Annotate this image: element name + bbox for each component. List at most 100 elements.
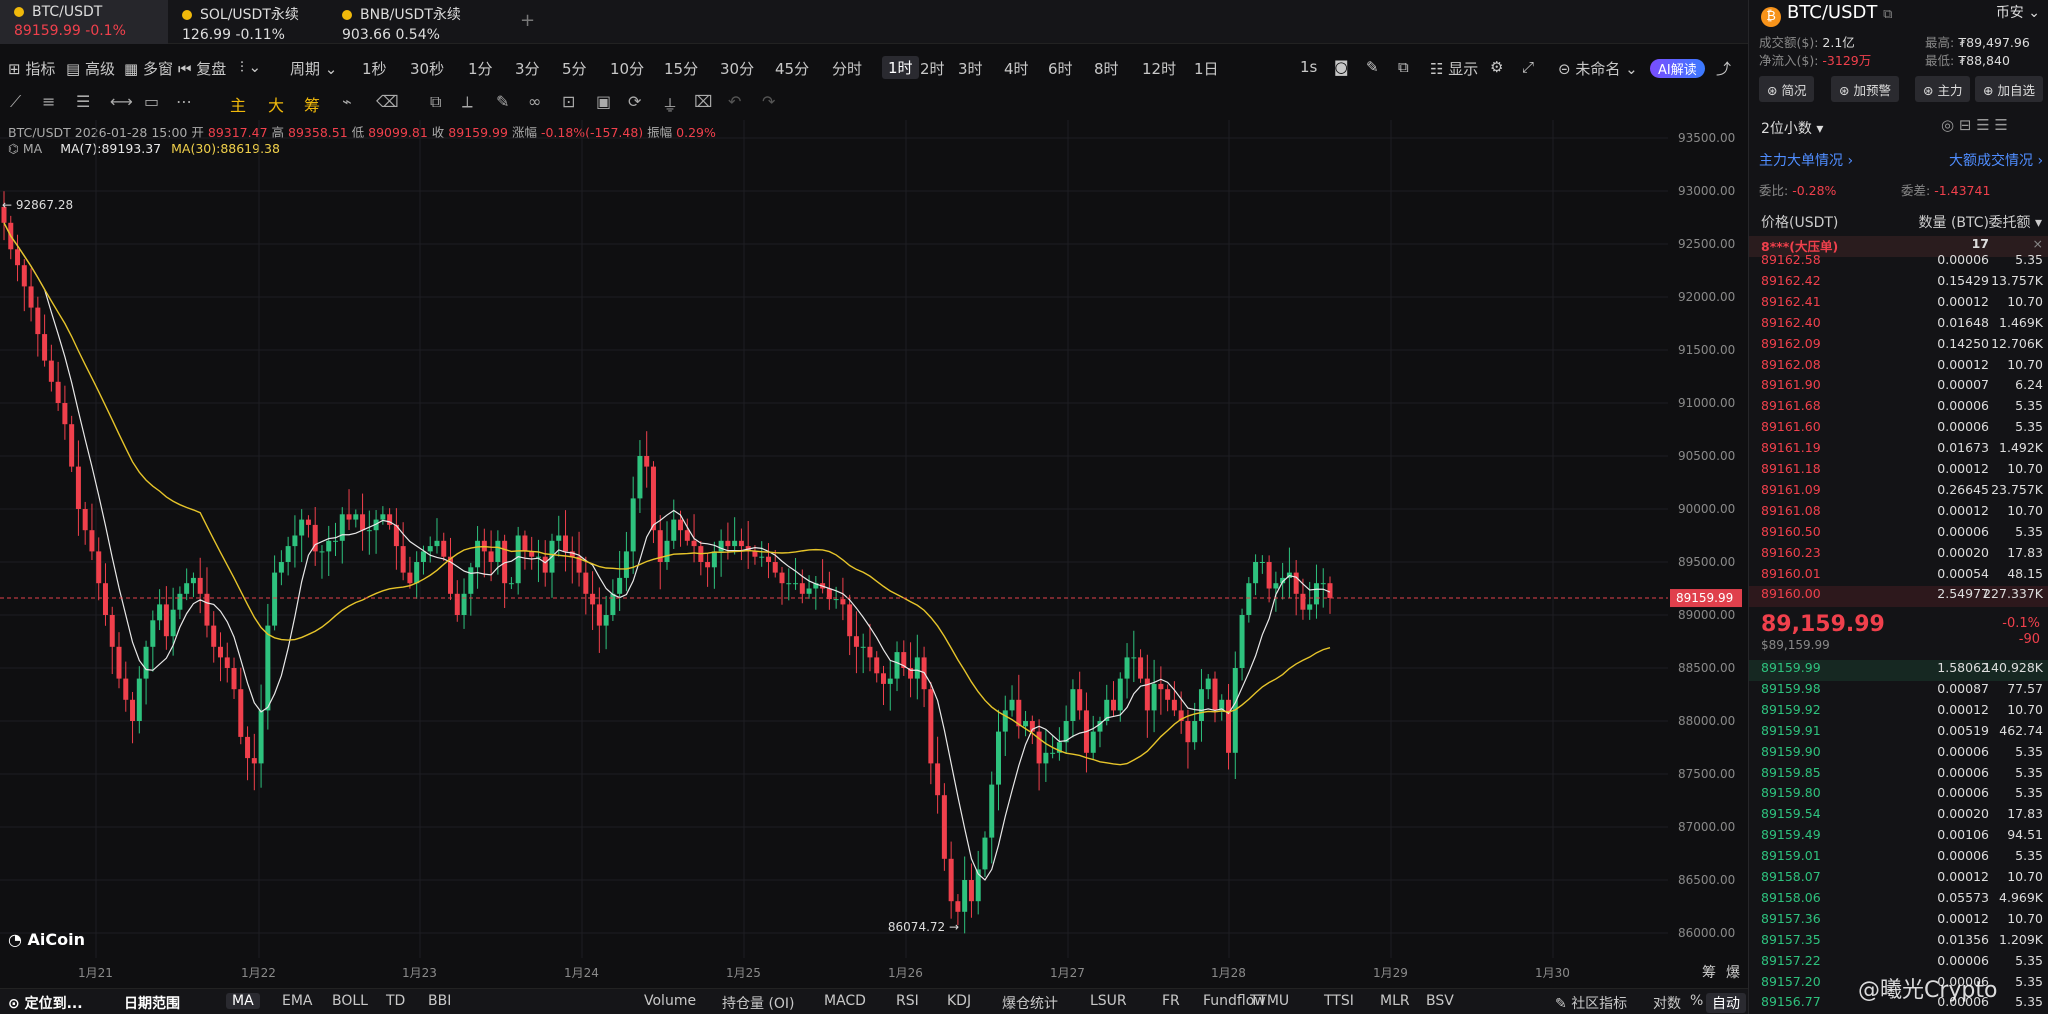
interval-9-button[interactable]: 分时 — [832, 58, 862, 79]
indicator-2-button[interactable]: MACD — [824, 993, 866, 1009]
chip-mode-button[interactable]: 筹 — [1702, 962, 1716, 982]
big-trades-link[interactable]: 大额成交情况 › — [1949, 150, 2043, 170]
interval-8-button[interactable]: 45分 — [775, 58, 809, 79]
bid-row[interactable]: 89159.98 0.00087 77.57 — [1749, 681, 2048, 702]
layout-dropdown[interactable]: ⊝ 未命名 ⌄ — [1558, 58, 1638, 79]
indicator-0-button[interactable]: Volume — [644, 993, 696, 1009]
bid-row[interactable]: 89157.36 0.00012 10.70 — [1749, 911, 2048, 932]
bid-row[interactable]: 89157.35 0.01356 1.209K — [1749, 932, 2048, 953]
brush-icon[interactable]: ⌁ — [342, 92, 352, 111]
bid-row[interactable]: 89158.06 0.05573 4.969K — [1749, 890, 2048, 911]
tab-bnb[interactable]: BNB/USDT永续 903.66 0.54% — [328, 0, 498, 44]
copy-icon[interactable]: ⧉ — [1883, 7, 1892, 22]
alert-button[interactable]: ⊛ 加预警 — [1831, 76, 1899, 102]
ask-row[interactable]: 89161.68 0.00006 5.35 — [1749, 398, 2048, 419]
indicators-button[interactable]: ⊞ 指标 — [8, 58, 55, 79]
interval-6-button[interactable]: 15分 — [664, 58, 698, 79]
indicator-3-button[interactable]: RSI — [896, 993, 919, 1009]
ask-row[interactable]: 89162.41 0.00012 10.70 — [1749, 294, 2048, 315]
ask-row[interactable]: 89162.40 0.01648 1.469K — [1749, 315, 2048, 336]
overlay-bbi-button[interactable]: BBI — [428, 993, 451, 1009]
auto-scale-toggle[interactable]: 自动 — [1706, 993, 1746, 1013]
fib-tool-icon[interactable]: ☰ — [76, 92, 90, 111]
ask-row[interactable]: 89160.00 2.54977 227.337K — [1749, 586, 2048, 608]
indicator-11-button[interactable]: MLR — [1380, 993, 1410, 1009]
indicator-1-button[interactable]: 持仓量 (OI) — [722, 993, 795, 1013]
ask-row[interactable]: 89161.60 0.00006 5.35 — [1749, 419, 2048, 440]
bid-row[interactable]: 89159.85 0.00006 5.35 — [1749, 765, 2048, 786]
ai-interpret-button[interactable]: AI解读 — [1650, 59, 1705, 78]
undo-icon[interactable]: ↶ — [728, 92, 741, 111]
copy-icon[interactable]: ⧉ — [430, 92, 441, 112]
overlay-ema-button[interactable]: EMA — [282, 993, 313, 1009]
ask-row[interactable]: 89162.09 0.14250 12.706K — [1749, 336, 2048, 357]
interval-11-button[interactable]: 2时 — [920, 58, 945, 79]
interval-13-button[interactable]: 4时 — [1004, 58, 1029, 79]
tab-btc[interactable]: BTC/USDT 89159.99 -0.1% — [0, 0, 168, 44]
ask-row[interactable]: 89161.19 0.01673 1.492K — [1749, 440, 2048, 461]
pen-icon[interactable]: ✎ — [496, 92, 509, 111]
interval-10-button[interactable]: 1时 — [882, 56, 919, 79]
add-watchlist-button[interactable]: ⊕ 加自选 — [1975, 76, 2043, 102]
amount-header[interactable]: 委托额 ▾ — [1989, 212, 2042, 232]
bid-row[interactable]: 89159.99 1.58062 140.928K — [1749, 660, 2048, 681]
add-tab-button[interactable]: + — [520, 10, 535, 31]
ask-row[interactable]: 89160.50 0.00006 5.35 — [1749, 524, 2048, 545]
filter-icon[interactable]: ⏚ — [662, 92, 678, 116]
interval-0-button[interactable]: 1秒 — [362, 58, 387, 79]
ask-row[interactable]: 89161.08 0.00012 10.70 — [1749, 503, 2048, 524]
community-indicators-button[interactable]: ✎ 社区指标 — [1555, 993, 1627, 1013]
chip-button[interactable]: 筹 — [304, 92, 320, 116]
indicator-10-button[interactable]: TTSI — [1324, 993, 1354, 1009]
interval-7-button[interactable]: 30分 — [720, 58, 754, 79]
interval-3-button[interactable]: 3分 — [515, 58, 540, 79]
ruler-icon[interactable]: ⟂ — [462, 92, 473, 112]
interval-17-button[interactable]: 1日 — [1194, 58, 1219, 79]
close-icon[interactable]: × — [2033, 236, 2043, 251]
overlay-ma-button[interactable]: MA — [226, 993, 260, 1009]
ask-row[interactable]: 89160.01 0.00054 48.15 — [1749, 566, 2048, 587]
main-force-link[interactable]: 主力大单情况 › — [1759, 150, 1853, 170]
indicator-9-button[interactable]: TTMU — [1250, 993, 1289, 1009]
interval-2-button[interactable]: 1分 — [468, 58, 493, 79]
date-range-button[interactable]: 日期范围 — [124, 993, 180, 1013]
ask-row[interactable]: 89162.42 0.15429 13.757K — [1749, 273, 2048, 294]
interval-16-button[interactable]: 12时 — [1142, 58, 1176, 79]
bid-row[interactable]: 89159.54 0.00020 17.83 — [1749, 806, 2048, 827]
bid-row[interactable]: 89159.01 0.00006 5.35 — [1749, 848, 2048, 869]
display-button[interactable]: ☷ 显示 — [1430, 58, 1478, 79]
bid-row[interactable]: 89159.92 0.00012 10.70 — [1749, 702, 2048, 723]
settings-icon[interactable]: ⚙ — [1490, 58, 1503, 76]
indicator-4-button[interactable]: KDJ — [947, 993, 971, 1009]
bid-row[interactable]: 89159.91 0.00519 462.74 — [1749, 723, 2048, 744]
draw-icon[interactable]: ✎ — [1366, 58, 1379, 76]
marker-tool-icon[interactable]: ⋯ — [176, 92, 192, 111]
window-icon[interactable]: ⧉ — [1398, 58, 1409, 76]
interval-5-button[interactable]: 10分 — [610, 58, 644, 79]
exchange-selector[interactable]: 币安 ⌄ — [1996, 2, 2040, 22]
bid-row[interactable]: 89157.22 0.00006 5.35 — [1749, 953, 2048, 974]
chart-type-dropdown[interactable]: ⫶ ⌄ — [240, 58, 261, 76]
advanced-button[interactable]: ▤ 高级 — [66, 58, 115, 79]
panel-tool-icons[interactable]: ◎ ⊟ ☰ ☰ — [1941, 116, 2008, 134]
interval-4-button[interactable]: 5分 — [562, 58, 587, 79]
interval-1s-button[interactable]: 1s — [1300, 58, 1317, 76]
trash-icon[interactable]: ⌧ — [694, 92, 712, 111]
ask-row[interactable]: 89161.09 0.26645 23.757K — [1749, 482, 2048, 503]
overlay-boll-button[interactable]: BOLL — [332, 993, 368, 1009]
period-dropdown[interactable]: 周期 ⌄ — [290, 58, 337, 79]
interval-14-button[interactable]: 6时 — [1048, 58, 1073, 79]
interval-12-button[interactable]: 3时 — [958, 58, 983, 79]
candlestick-chart[interactable]: 93500.00 93000.00 92500.00 92000.00 91500.00… — [0, 120, 1744, 980]
overview-button[interactable]: ⊛ 简况 — [1759, 76, 1815, 102]
edit-icon[interactable]: ▣ — [596, 92, 611, 111]
replay-button[interactable]: ⏮ 复盘 — [178, 58, 226, 79]
multi-window-button[interactable]: ▦ 多窗 — [124, 58, 173, 79]
interval-15-button[interactable]: 8时 — [1094, 58, 1119, 79]
decimals-dropdown[interactable]: 2位小数 ▾ — [1761, 118, 1823, 138]
magnet-icon[interactable]: ⟳ — [628, 92, 641, 111]
ask-row[interactable]: 89160.23 0.00020 17.83 — [1749, 545, 2048, 566]
ask-row[interactable]: 89162.58 0.00006 5.35 — [1749, 252, 2048, 273]
share-icon[interactable]: ⤴ — [1716, 58, 1731, 79]
parallel-tool-icon[interactable]: ≡ — [42, 92, 55, 111]
